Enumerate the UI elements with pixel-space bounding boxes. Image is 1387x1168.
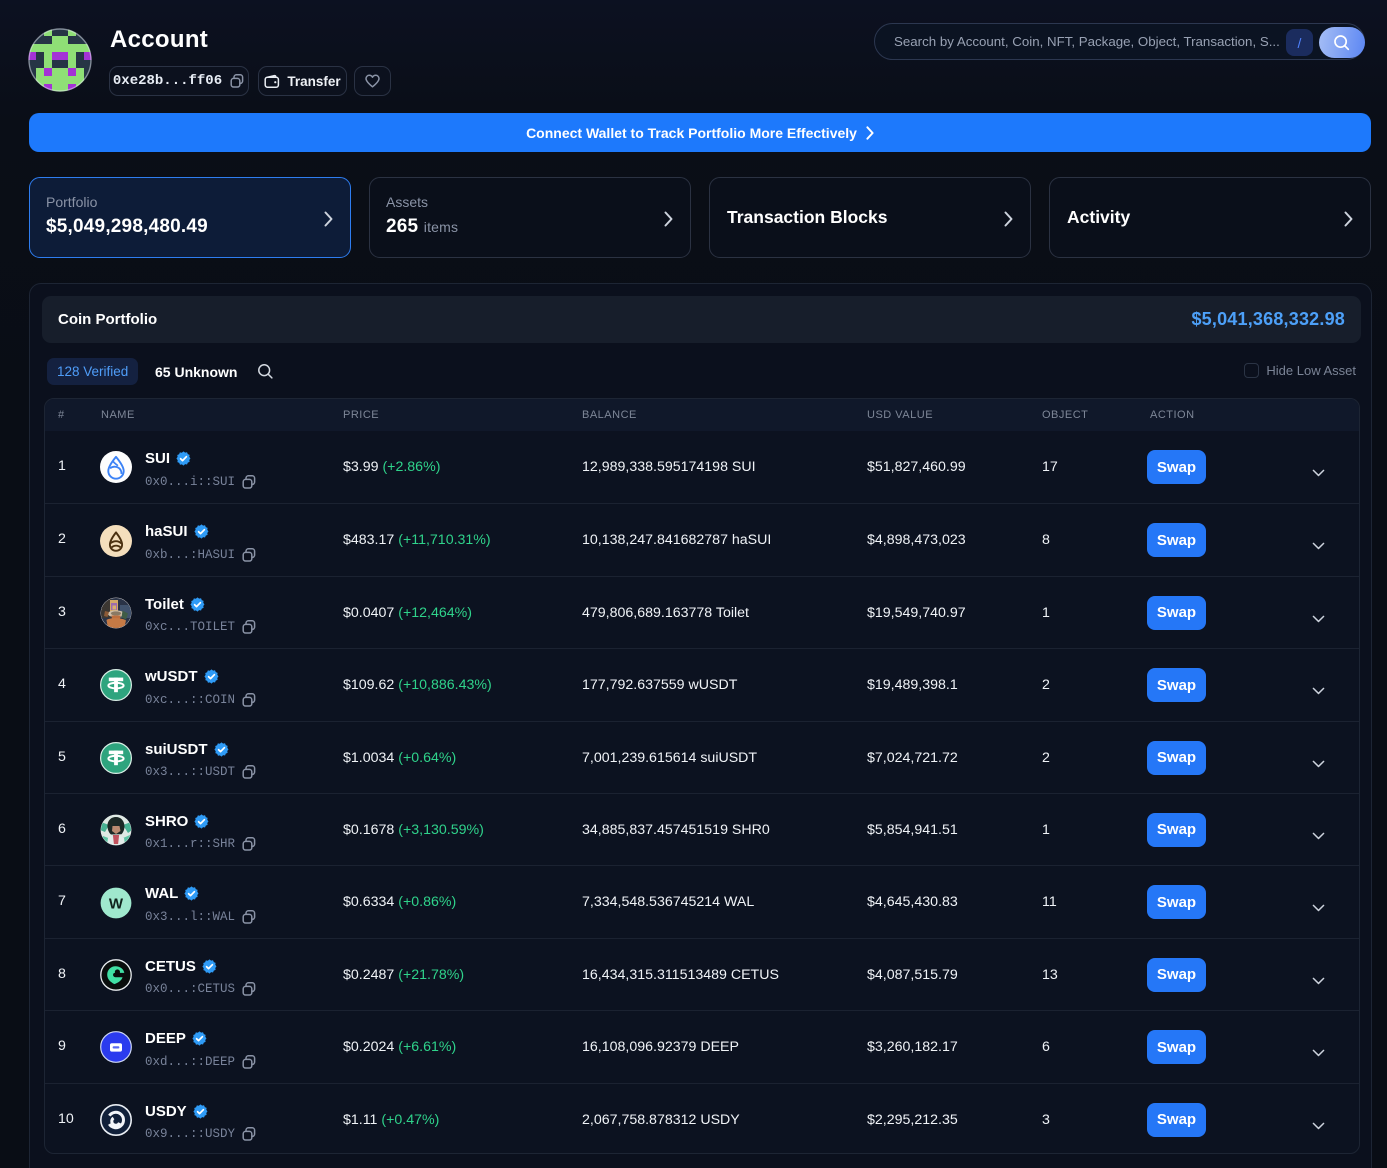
svg-text:W: W xyxy=(109,895,124,912)
